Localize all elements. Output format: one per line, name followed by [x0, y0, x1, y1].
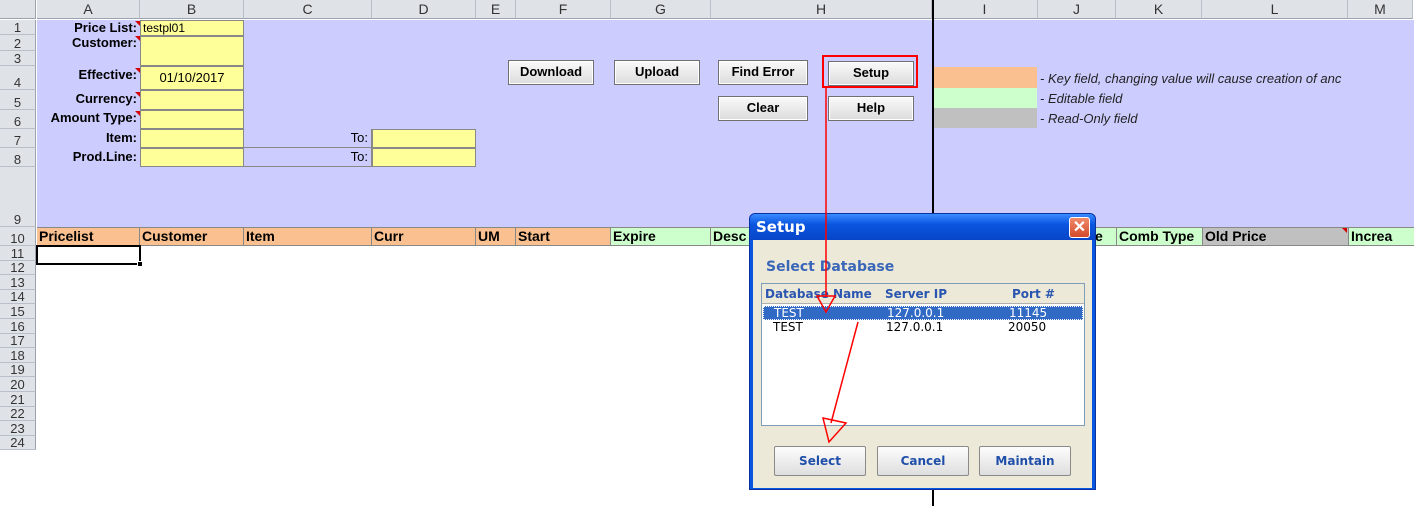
- annotation-arrows: [815, 88, 859, 444]
- arrow-head-icon: [821, 417, 848, 444]
- arrow-line-select: [830, 321, 859, 424]
- arrow-head-icon: [815, 295, 837, 314]
